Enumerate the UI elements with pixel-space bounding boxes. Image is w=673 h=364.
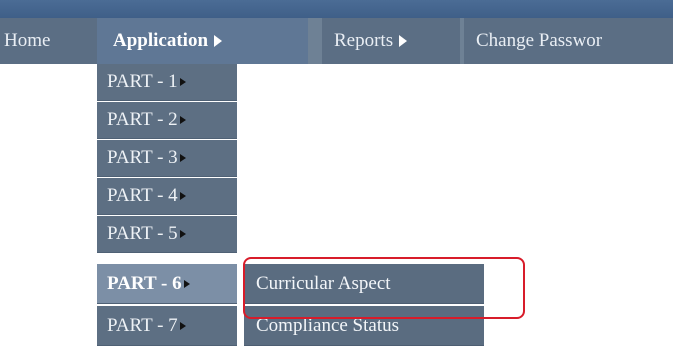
application-item-part-6[interactable]: PART - 6 <box>97 264 237 304</box>
application-item-part-1[interactable]: PART - 1 <box>97 64 237 101</box>
part6-item-label: Compliance Status <box>256 314 400 336</box>
application-item-label: PART - 2 <box>107 109 178 130</box>
menu-reports[interactable]: Reports <box>322 18 460 64</box>
application-item-label: PART - 7 <box>107 314 178 336</box>
caret-right-icon <box>179 154 186 162</box>
application-item-label: PART - 3 <box>107 147 178 168</box>
menu-change-password-label: Change Passwor <box>476 30 603 51</box>
caret-right-icon <box>179 192 186 200</box>
top-header-strip <box>0 0 673 18</box>
menu-reports-label: Reports <box>334 30 394 51</box>
application-item-part-7[interactable]: PART - 7 <box>97 306 237 346</box>
menu-home-label: Home <box>4 30 51 51</box>
menu-application-label: Application <box>113 30 209 51</box>
application-item-label: PART - 4 <box>107 185 178 206</box>
part6-item-compliance-status[interactable]: Compliance Status <box>244 306 484 346</box>
menu-change-password[interactable]: Change Passwor <box>464 18 673 64</box>
application-item-label: PART - 1 <box>107 71 178 92</box>
caret-right-icon <box>179 321 186 330</box>
caret-right-icon <box>179 78 186 86</box>
part6-item-label: Curricular Aspect <box>256 272 391 294</box>
caret-right-icon <box>179 230 186 238</box>
application-item-part-2[interactable]: PART - 2 <box>97 102 237 139</box>
application-item-label: PART - 6 <box>107 272 182 294</box>
application-item-part-4[interactable]: PART - 4 <box>97 178 237 215</box>
menu-application[interactable]: Application <box>97 18 308 64</box>
menu-home[interactable]: Home <box>0 18 97 64</box>
chevron-right-icon <box>399 35 408 47</box>
application-item-part-3[interactable]: PART - 3 <box>97 140 237 177</box>
application-item-label: PART - 5 <box>107 223 178 244</box>
chevron-right-icon <box>214 35 223 47</box>
caret-right-icon <box>179 116 186 124</box>
caret-right-icon <box>183 279 190 288</box>
part6-item-curricular-aspect[interactable]: Curricular Aspect <box>244 264 484 304</box>
application-item-part-5[interactable]: PART - 5 <box>97 216 237 253</box>
